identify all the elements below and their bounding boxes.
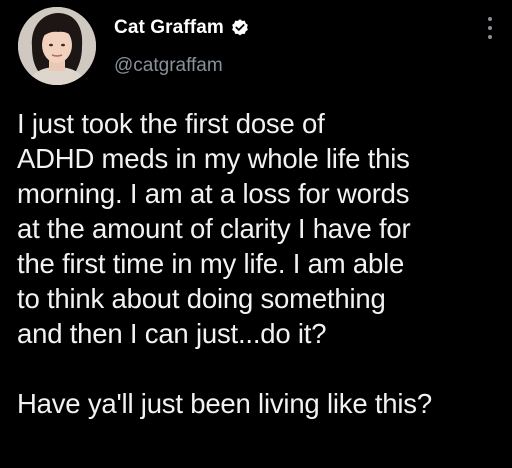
verified-badge-icon	[230, 18, 250, 38]
tweet-text: I just took the first dose of ADHD meds …	[17, 108, 432, 419]
avatar-image	[18, 7, 96, 85]
more-options-icon[interactable]	[484, 17, 496, 43]
author-handle[interactable]: @catgraffam	[114, 55, 223, 77]
author-display-name[interactable]: Cat Graffam	[114, 17, 224, 39]
tweet-card: Cat Graffam @catgraffam I just took the …	[0, 0, 512, 468]
author-name-row[interactable]: Cat Graffam	[114, 16, 250, 40]
avatar[interactable]	[18, 7, 96, 85]
